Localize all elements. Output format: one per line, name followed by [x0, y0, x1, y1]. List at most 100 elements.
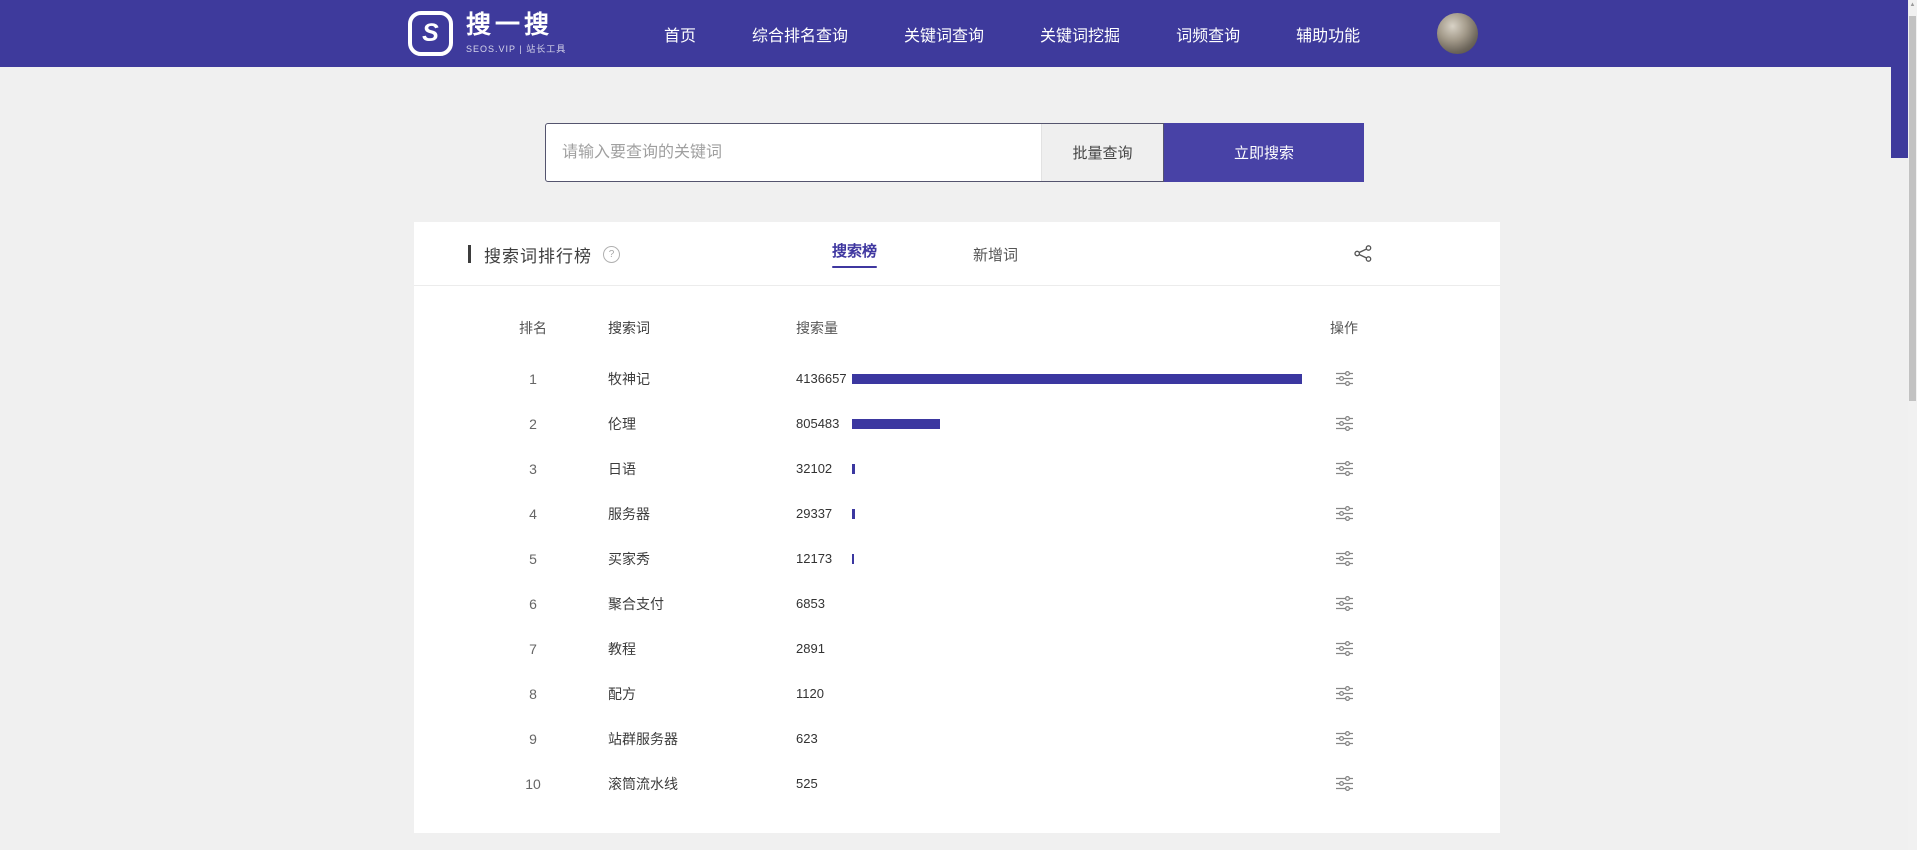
row-action-button[interactable] [1333, 773, 1356, 794]
volume-value: 29337 [796, 506, 833, 521]
cell-action [1324, 458, 1364, 479]
sliders-icon [1335, 415, 1353, 432]
nav-item-4[interactable]: 词频查询 [1176, 22, 1240, 46]
table-row: 5 买家秀 12173 [506, 536, 1500, 581]
batch-query-button[interactable]: 批量查询 [1041, 124, 1163, 181]
cell-action [1324, 368, 1364, 389]
cell-rank: 8 [529, 685, 537, 702]
user-avatar[interactable] [1437, 13, 1478, 54]
cell-keyword: 伦理 [608, 415, 636, 432]
window-scrollbar[interactable]: ▲ [1908, 0, 1917, 850]
tab-0[interactable]: 搜索榜 [832, 240, 877, 268]
row-action-button[interactable] [1333, 503, 1356, 524]
tab-1[interactable]: 新增词 [973, 244, 1018, 265]
cell-action [1324, 593, 1364, 614]
cell-keyword: 聚合支付 [608, 595, 664, 612]
share-button[interactable] [1354, 245, 1372, 262]
help-icon[interactable]: ? [603, 245, 620, 263]
row-action-button[interactable] [1333, 728, 1356, 749]
card-title-wrap: 搜索词排行榜 ? [468, 222, 620, 286]
sliders-icon [1335, 460, 1353, 477]
header-volume: 搜索量 [796, 320, 838, 336]
cell-keyword: 服务器 [608, 505, 650, 522]
sliders-icon [1335, 640, 1353, 657]
scroll-up-arrow-icon[interactable]: ▲ [1908, 2, 1917, 8]
sliders-icon [1335, 730, 1353, 747]
cell-keyword: 滚筒流水线 [608, 775, 678, 792]
sliders-icon [1335, 685, 1353, 702]
window-scrollbar-thumb[interactable] [1909, 16, 1916, 401]
nav-item-3[interactable]: 关键词挖掘 [1040, 22, 1120, 46]
keyword-search-input[interactable] [546, 124, 1041, 181]
cell-action [1324, 683, 1364, 704]
cell-volume: 2891 [796, 641, 1324, 656]
table-row: 3 日语 32102 [506, 446, 1500, 491]
cell-rank: 10 [525, 775, 541, 792]
sliders-icon [1335, 505, 1353, 522]
volume-value: 805483 [796, 416, 840, 431]
cell-volume: 1120 [796, 686, 1324, 701]
table-row: 2 伦理 805483 [506, 401, 1500, 446]
header-keyword: 搜索词 [608, 320, 650, 336]
volume-value: 1120 [796, 686, 824, 701]
volume-value: 12173 [796, 551, 833, 566]
table-row: 4 服务器 29337 [506, 491, 1500, 536]
row-action-button[interactable] [1333, 458, 1356, 479]
cell-rank: 1 [529, 370, 537, 387]
table-row: 9 站群服务器 623 [506, 716, 1500, 761]
nav-menu: 首页 综合排名查询 关键词查询 关键词挖掘 词频查询 辅助功能 [664, 0, 1360, 67]
nav-item-5[interactable]: 辅助功能 [1296, 22, 1360, 46]
cell-action [1324, 503, 1364, 524]
cell-rank: 3 [529, 460, 537, 477]
cell-volume: 4136657 [796, 371, 1324, 386]
nav-item-0[interactable]: 首页 [664, 22, 696, 46]
title-accent-bar [468, 245, 471, 263]
card-header: 搜索词排行榜 ? 搜索榜 新增词 [414, 222, 1500, 286]
volume-value: 525 [796, 776, 818, 791]
cell-volume: 623 [796, 731, 1324, 746]
cell-volume: 29337 [796, 506, 1324, 521]
brand-logo[interactable]: S 搜一搜 SEOS.VIP | 站长工具 [408, 10, 566, 57]
cell-keyword: 教程 [608, 640, 636, 657]
row-action-button[interactable] [1333, 413, 1356, 434]
cell-volume: 12173 [796, 551, 1324, 566]
row-action-button[interactable] [1333, 683, 1356, 704]
ranking-tabs: 搜索榜 新增词 [832, 222, 1018, 286]
brand-text: 搜一搜 SEOS.VIP | 站长工具 [466, 12, 566, 55]
cell-rank: 5 [529, 550, 537, 567]
ranking-table: 排名 搜索词 搜索量 操作 1 牧神记 4136657 2 伦理 805483 3 日语 321… [414, 286, 1500, 806]
keyword-search-bar: 批量查询 立即搜索 [545, 123, 1364, 182]
volume-value: 32102 [796, 461, 833, 476]
search-ranking-card: 搜索词排行榜 ? 搜索榜 新增词 排名 搜索词 搜索量 操作 1 牧神记 413665… [414, 222, 1500, 833]
table-body: 1 牧神记 4136657 2 伦理 805483 3 日语 32102 4 服务器 29337 5 买家… [506, 356, 1500, 806]
search-now-button[interactable]: 立即搜索 [1164, 123, 1364, 182]
volume-bar [852, 553, 854, 564]
row-action-button[interactable] [1333, 368, 1356, 389]
brand-tagline: SEOS.VIP | 站长工具 [466, 44, 567, 54]
volume-value: 623 [796, 731, 818, 746]
row-action-button[interactable] [1333, 638, 1356, 659]
table-row: 7 教程 2891 [506, 626, 1500, 671]
cell-volume: 525 [796, 776, 1324, 791]
cell-rank: 7 [529, 640, 537, 657]
sliders-icon [1335, 775, 1353, 792]
row-action-button[interactable] [1333, 593, 1356, 614]
cell-keyword: 牧神记 [608, 370, 650, 387]
volume-value: 6853 [796, 596, 825, 611]
cell-action [1324, 548, 1364, 569]
brand-name: 搜一搜 [466, 11, 554, 39]
card-title: 搜索词排行榜 [484, 246, 592, 266]
sliders-icon [1335, 595, 1353, 612]
cell-action [1324, 638, 1364, 659]
table-row: 10 滚筒流水线 525 [506, 761, 1500, 806]
nav-item-1[interactable]: 综合排名查询 [752, 22, 848, 46]
page-scrollbar-thumb[interactable] [1891, 67, 1908, 158]
navbar: S 搜一搜 SEOS.VIP | 站长工具 首页 综合排名查询 关键词查询 关键词挖掘… [0, 0, 1917, 67]
cell-volume: 805483 [796, 416, 1324, 431]
row-action-button[interactable] [1333, 548, 1356, 569]
header-rank: 排名 [519, 320, 547, 336]
volume-bar [852, 373, 1302, 384]
nav-item-2[interactable]: 关键词查询 [904, 22, 984, 46]
cell-rank: 4 [529, 505, 537, 522]
cell-volume: 6853 [796, 596, 1324, 611]
